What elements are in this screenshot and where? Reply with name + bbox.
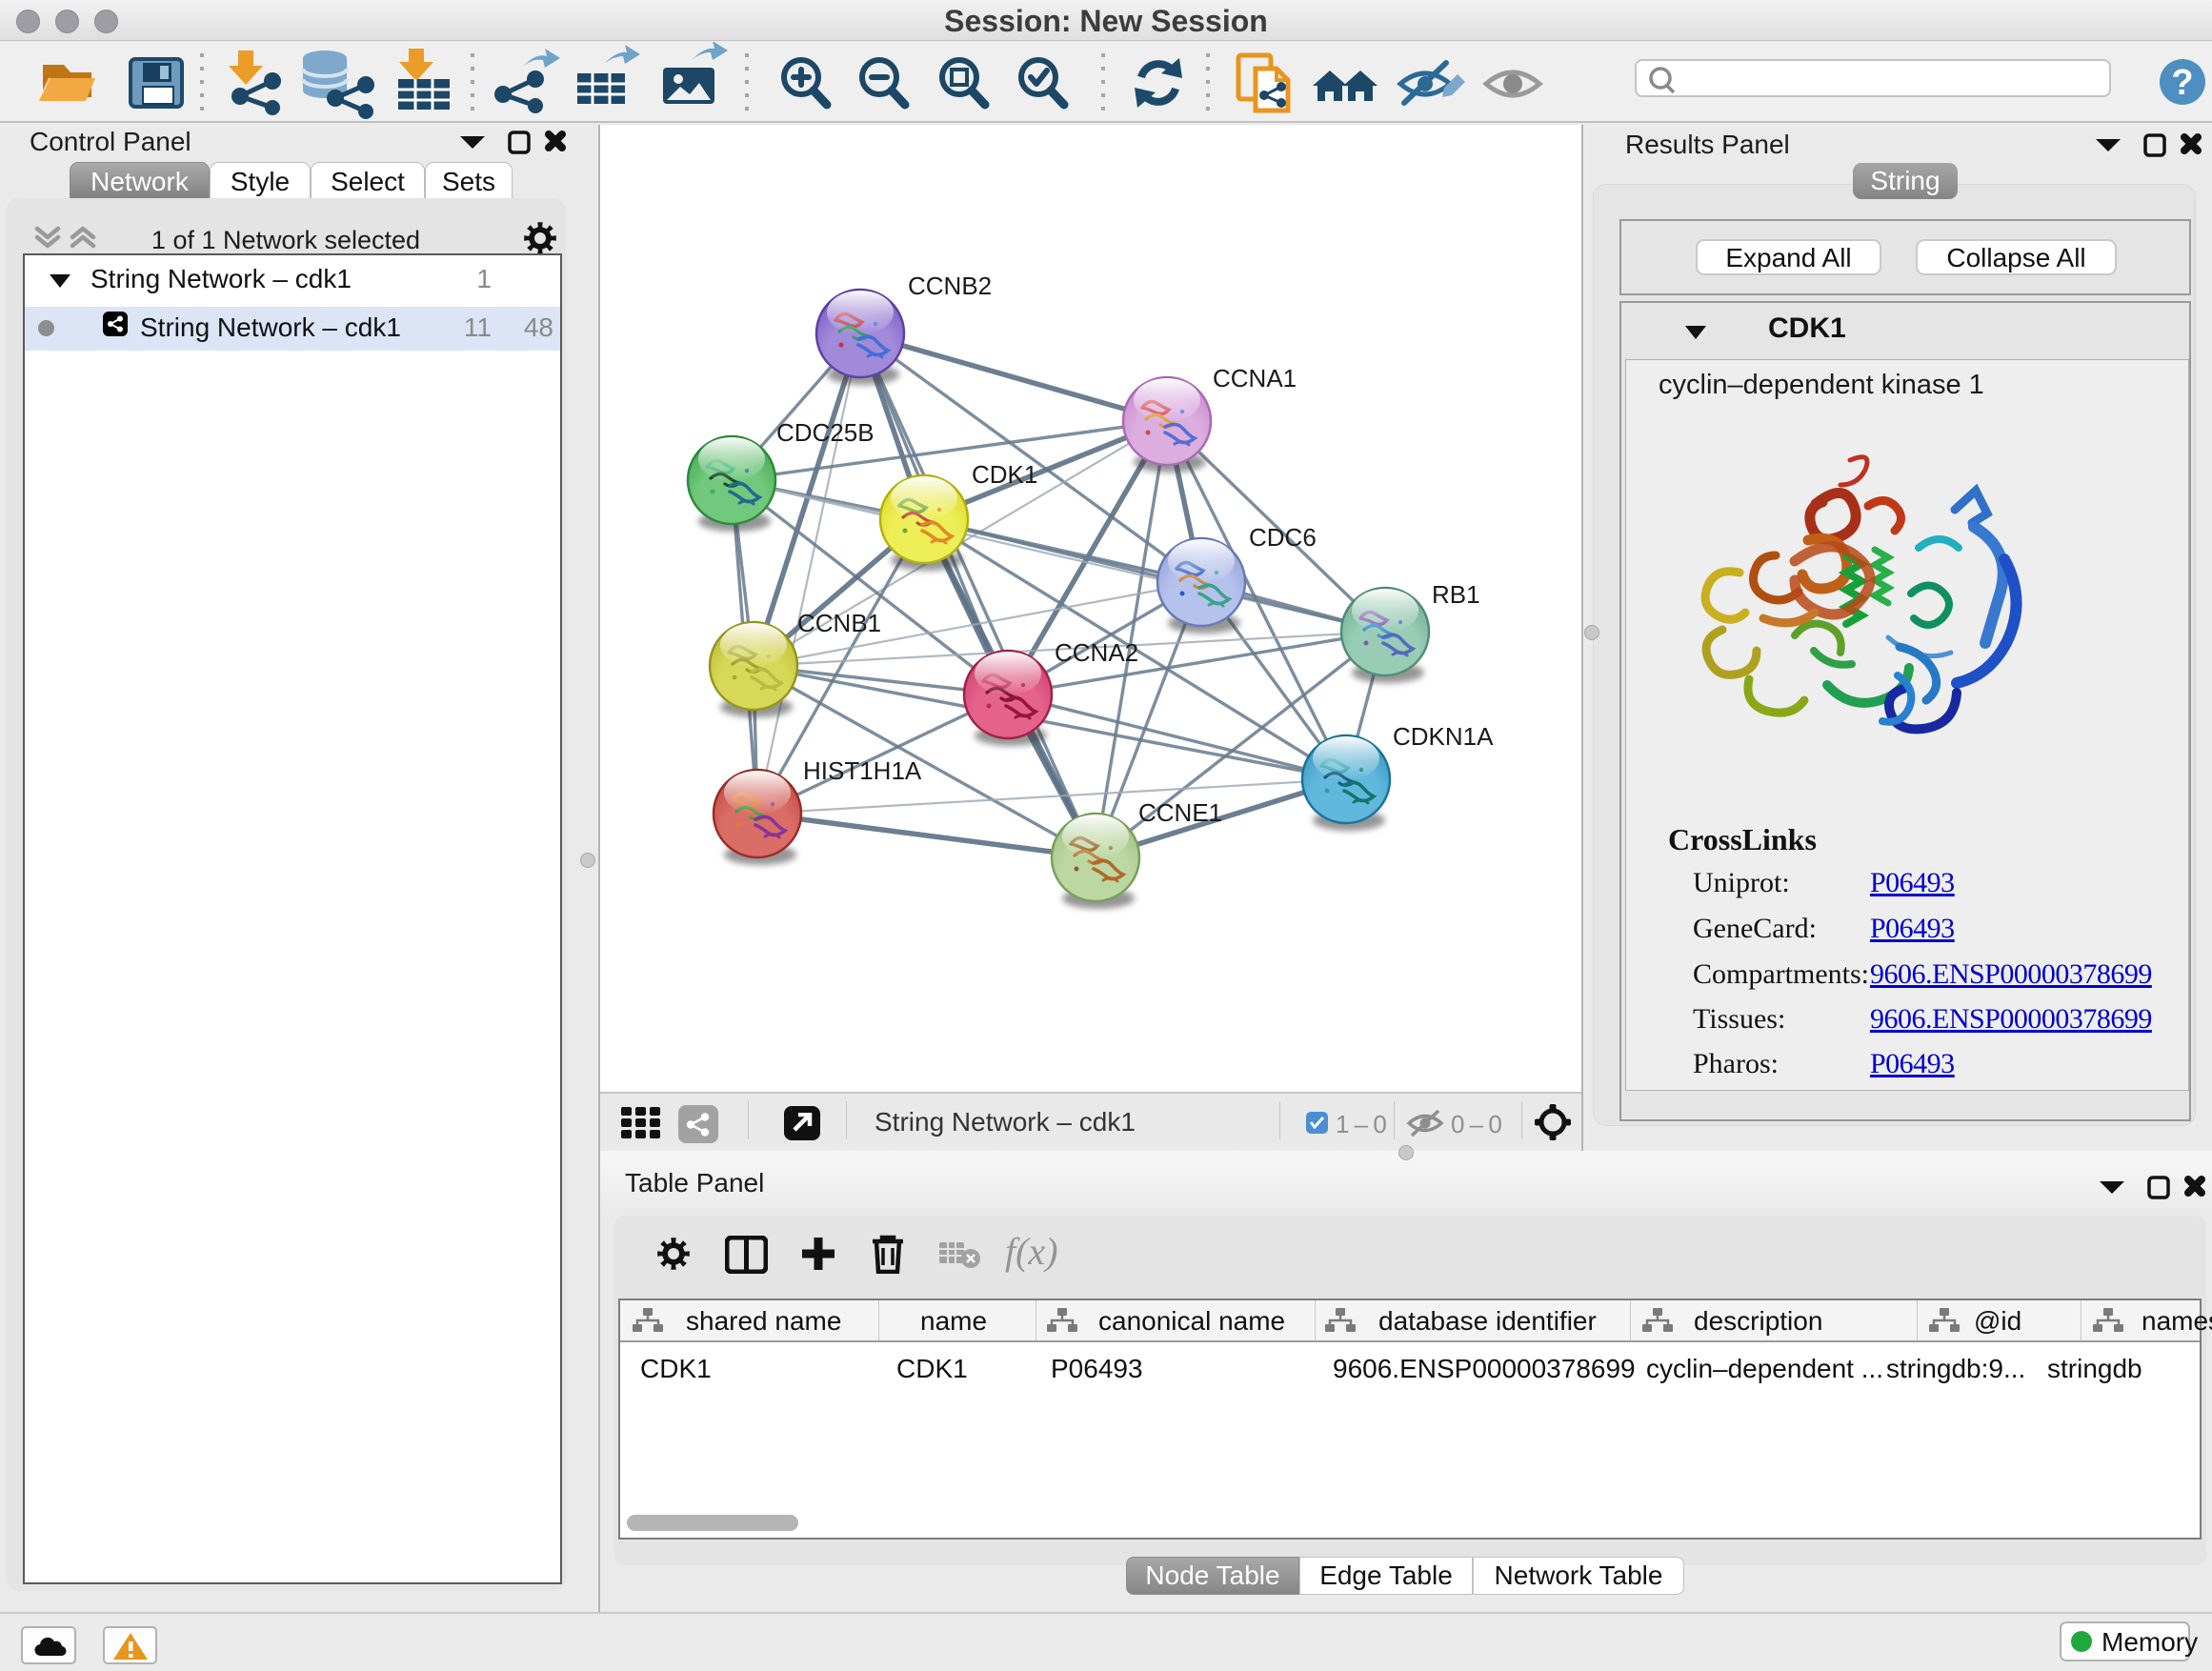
svg-text:HIST1H1A: HIST1H1A [803,756,922,785]
svg-text:CCNE1: CCNE1 [1138,798,1222,827]
svg-text:RB1: RB1 [1432,580,1480,609]
svg-text:CDK1: CDK1 [972,460,1037,489]
svg-text:CCNB2: CCNB2 [908,272,992,300]
svg-text:CCNA1: CCNA1 [1213,364,1297,393]
svg-text:CDC25B: CDC25B [776,418,875,447]
svg-text:CDC6: CDC6 [1249,523,1317,552]
svg-text:CCNB1: CCNB1 [797,609,881,637]
svg-text:?: ? [2171,63,2193,103]
svg-text:CCNA2: CCNA2 [1055,638,1138,667]
svg-text:CDKN1A: CDKN1A [1393,722,1494,751]
